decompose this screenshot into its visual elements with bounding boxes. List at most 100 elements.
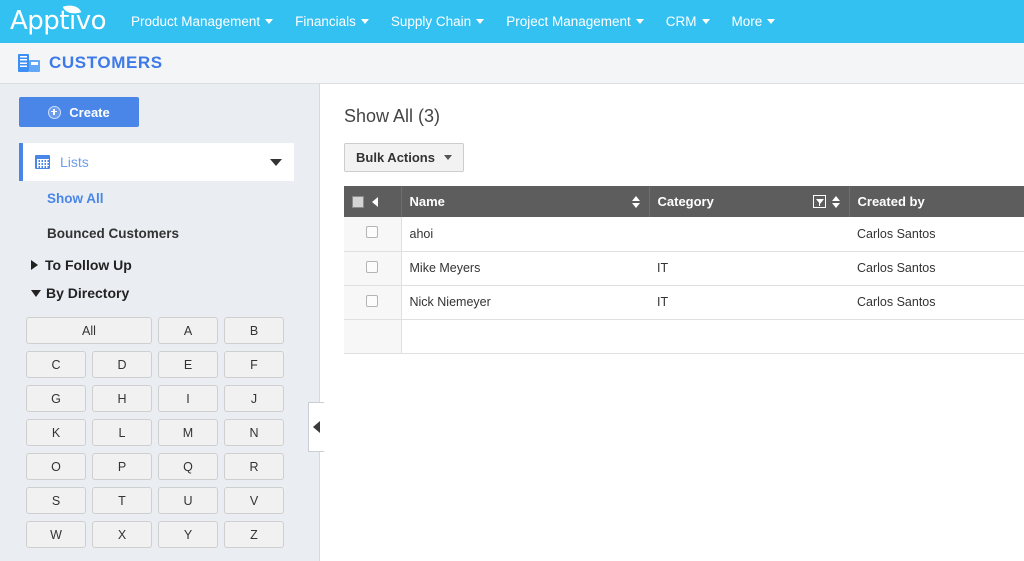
alpha-filter-o[interactable]: O: [26, 453, 86, 480]
alpha-filter-r[interactable]: R: [224, 453, 284, 480]
alpha-filter-all[interactable]: All: [26, 317, 152, 344]
sort-arrows-icon[interactable]: [632, 195, 641, 209]
footer-cell: [401, 319, 649, 353]
alpha-filter-v[interactable]: V: [224, 487, 284, 514]
customers-table: Name Category: [344, 186, 1024, 354]
column-header-name[interactable]: Name: [401, 186, 649, 217]
sidebar: Create Lists Show All Bounced Customers …: [0, 84, 320, 561]
sort-arrows-icon[interactable]: [832, 195, 841, 209]
chevron-down-icon: [767, 19, 775, 24]
alpha-filter-f[interactable]: F: [224, 351, 284, 378]
sidebar-group-by-directory[interactable]: By Directory: [0, 279, 319, 307]
table-header-row: Name Category: [344, 186, 1024, 217]
checkbox-icon[interactable]: [366, 226, 378, 238]
alpha-filter-m[interactable]: M: [158, 419, 218, 446]
alpha-filter-b[interactable]: B: [224, 317, 284, 344]
nav-label: More: [732, 14, 763, 29]
column-header-select: [344, 186, 401, 217]
table-body: ahoi Carlos Santos Mike Meyers IT Carlos…: [344, 217, 1024, 353]
directory-alphabet-grid: All A B C D E F G H I J K L M N O P Q R …: [26, 317, 292, 548]
cell-name: ahoi: [401, 217, 649, 251]
app-title-bar: CUSTOMERS: [0, 43, 1024, 84]
page-body: Create Lists Show All Bounced Customers …: [0, 84, 1024, 561]
nav-item-financials[interactable]: Financials: [284, 0, 380, 43]
sidebar-section-lists[interactable]: Lists: [19, 143, 294, 181]
plus-circle-icon: [48, 106, 61, 119]
nav-label: Project Management: [506, 14, 631, 29]
alpha-filter-d[interactable]: D: [92, 351, 152, 378]
chevron-down-icon: [702, 19, 710, 24]
table-header: Name Category: [344, 186, 1024, 217]
row-select-cell: [344, 285, 401, 319]
nav-label: CRM: [666, 14, 697, 29]
alpha-filter-w[interactable]: W: [26, 521, 86, 548]
alpha-filter-l[interactable]: L: [92, 419, 152, 446]
table-row[interactable]: ahoi Carlos Santos: [344, 217, 1024, 251]
building-icon: [18, 54, 40, 72]
checkbox-icon[interactable]: [366, 261, 378, 273]
chevron-left-icon[interactable]: [372, 197, 378, 207]
footer-select-cell: [344, 319, 401, 353]
nav-item-more[interactable]: More: [721, 0, 787, 43]
chevron-down-icon: [265, 19, 273, 24]
cell-created-by: Carlos Santos: [849, 217, 1024, 251]
cell-name: Mike Meyers: [401, 251, 649, 285]
alpha-filter-i[interactable]: I: [158, 385, 218, 412]
apptivo-logo[interactable]: Apptivo: [8, 0, 120, 43]
alpha-filter-h[interactable]: H: [92, 385, 152, 412]
nav-label: Supply Chain: [391, 14, 471, 29]
alpha-filter-j[interactable]: J: [224, 385, 284, 412]
sidebar-collapse-handle[interactable]: [308, 402, 324, 452]
bulk-actions-label: Bulk Actions: [356, 150, 435, 165]
alpha-filter-u[interactable]: U: [158, 487, 218, 514]
table-row[interactable]: Nick Niemeyer IT Carlos Santos: [344, 285, 1024, 319]
alpha-filter-k[interactable]: K: [26, 419, 86, 446]
column-header-created-by[interactable]: Created by: [849, 186, 1024, 217]
alpha-filter-g[interactable]: G: [26, 385, 86, 412]
nav-label: Financials: [295, 14, 356, 29]
filter-icon[interactable]: [813, 195, 826, 208]
footer-cell: [849, 319, 1024, 353]
top-navigation-bar: Apptivo Product Management Financials Su…: [0, 0, 1024, 43]
alpha-filter-x[interactable]: X: [92, 521, 152, 548]
sidebar-item-show-all[interactable]: Show All: [0, 181, 319, 216]
sidebar-item-bounced-customers[interactable]: Bounced Customers: [0, 216, 319, 251]
alpha-filter-z[interactable]: Z: [224, 521, 284, 548]
alpha-filter-e[interactable]: E: [158, 351, 218, 378]
create-button[interactable]: Create: [19, 97, 139, 127]
alpha-filter-p[interactable]: P: [92, 453, 152, 480]
chevron-down-icon: [31, 290, 41, 297]
bulk-actions-button[interactable]: Bulk Actions: [344, 143, 464, 172]
nav-item-supply-chain[interactable]: Supply Chain: [380, 0, 495, 43]
row-select-cell: [344, 217, 401, 251]
column-header-category-label: Category: [658, 194, 809, 209]
alpha-filter-s[interactable]: S: [26, 487, 86, 514]
chevron-left-icon: [313, 421, 320, 433]
alpha-filter-a[interactable]: A: [158, 317, 218, 344]
cell-category: [649, 217, 849, 251]
alpha-filter-t[interactable]: T: [92, 487, 152, 514]
table-row[interactable]: Mike Meyers IT Carlos Santos: [344, 251, 1024, 285]
alpha-filter-c[interactable]: C: [26, 351, 86, 378]
checkbox-icon[interactable]: [366, 295, 378, 307]
column-header-name-label: Name: [410, 194, 626, 209]
nav-item-product-management[interactable]: Product Management: [120, 0, 284, 43]
chevron-down-icon[interactable]: [270, 159, 282, 166]
apptivo-logo-text: Apptivo: [10, 6, 106, 36]
grid-icon: [35, 155, 50, 169]
nav-item-project-management[interactable]: Project Management: [495, 0, 655, 43]
chevron-down-icon: [476, 19, 484, 24]
sidebar-section-lists-label: Lists: [60, 154, 270, 170]
column-header-created-by-label: Created by: [858, 194, 1024, 209]
chevron-down-icon: [636, 19, 644, 24]
alpha-filter-n[interactable]: N: [224, 419, 284, 446]
nav-item-crm[interactable]: CRM: [655, 0, 721, 43]
column-header-category[interactable]: Category: [649, 186, 849, 217]
cell-created-by: Carlos Santos: [849, 251, 1024, 285]
alpha-filter-q[interactable]: Q: [158, 453, 218, 480]
create-button-label: Create: [69, 105, 109, 120]
checkbox-icon[interactable]: [352, 196, 364, 208]
sidebar-group-to-follow-up[interactable]: To Follow Up: [0, 251, 319, 279]
chevron-right-icon: [31, 260, 38, 270]
alpha-filter-y[interactable]: Y: [158, 521, 218, 548]
